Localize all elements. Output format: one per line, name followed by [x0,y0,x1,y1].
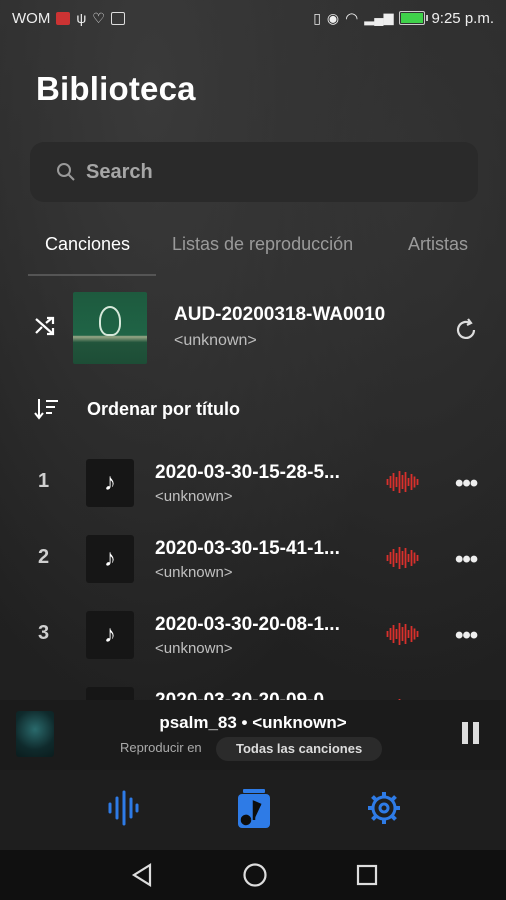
wifi-icon: ◠ [345,10,359,27]
equalizer-icon[interactable] [107,790,139,826]
track-artist: <unknown> [155,488,233,505]
track-title: 2020-03-30-15-28-5... [155,462,340,483]
repeat-icon[interactable] [452,316,480,344]
mini-player[interactable]: psalm_83 • <unknown> Reproducir en Todas… [0,700,506,770]
music-note-icon: ♪ [104,621,116,648]
usb-icon: ψ [76,10,87,26]
more-options-icon[interactable]: ••• [455,470,478,498]
playing-wave-icon [386,547,419,569]
tab-canciones[interactable]: Canciones [45,234,130,255]
track-number: 1 [38,470,50,492]
music-note-icon[interactable] [236,788,272,830]
battery-icon [399,11,429,25]
more-options-icon[interactable]: ••• [455,546,478,574]
search-input[interactable] [86,160,426,184]
mini-player-title: psalm_83 • <unknown> [159,713,347,732]
signal-icon: ▂▄▆ [364,10,394,25]
track-thumbnail: ♪ [86,535,134,583]
search-icon [57,163,75,181]
bottom-nav [0,770,506,850]
current-song-artist: <unknown> [174,332,257,349]
tab-playlists[interactable]: Listas de reproducción [172,234,353,255]
playing-from-chip[interactable]: Todas las canciones [216,737,383,761]
status-bar: WOM ψ ♡ ▯ ◉ ◠ ▂▄▆ 9:25 p.m. [0,0,506,36]
track-title: 2020-03-30-15-41-1... [155,538,340,559]
page-title: Biblioteca [36,70,196,107]
tab-artists[interactable]: Artistas [408,234,468,255]
track-artist: <unknown> [155,640,233,657]
track-number: 3 [38,622,50,644]
image-icon [110,11,125,25]
notification-icon [56,11,71,25]
vibrate-icon: ▯ [313,9,321,26]
sort-row[interactable]: Ordenar por título [0,394,506,426]
recents-icon[interactable] [355,862,379,888]
settings-icon[interactable] [366,790,402,826]
sort-label: Ordenar por título [87,399,240,419]
more-options-icon[interactable]: ••• [455,622,478,650]
eye-icon: ◉ [326,9,340,26]
track-thumbnail: ♪ [86,611,134,659]
library-tabs: Canciones Listas de reproducción Artista… [0,230,506,276]
search-bar[interactable] [30,142,478,202]
track-row[interactable]: 3 ♪ 2020-03-30-20-08-1... <unknown> ••• [0,602,506,668]
back-icon[interactable] [130,862,154,888]
playing-wave-icon [386,623,419,645]
system-navigation-bar [0,850,506,900]
track-title: 2020-03-30-20-08-1... [155,614,340,635]
current-song-title: AUD-20200318-WA0010 [174,304,386,325]
shuffle-icon[interactable] [33,314,57,338]
tab-indicator [28,274,156,276]
heart-icon: ♡ [92,9,105,26]
cover-logo-icon [99,306,121,336]
current-song-row[interactable]: AUD-20200318-WA0010 <unknown> [0,290,506,366]
track-row[interactable]: 1 ♪ 2020-03-30-15-28-5... <unknown> ••• [0,450,506,516]
home-icon[interactable] [242,862,268,888]
playing-from-label: Reproducir en [120,740,202,755]
track-thumbnail: ♪ [86,459,134,507]
pause-icon[interactable] [462,722,479,744]
track-row[interactable]: 2 ♪ 2020-03-30-15-41-1... <unknown> ••• [0,526,506,592]
music-note-icon: ♪ [104,469,116,496]
music-note-icon: ♪ [104,545,116,572]
playing-wave-icon [386,471,419,493]
track-number: 2 [38,546,50,568]
track-artist: <unknown> [155,564,233,581]
carrier-label: WOM [12,9,51,27]
clock: 9:25 p.m. [431,9,494,27]
sort-icon [34,399,58,420]
album-cover [73,292,147,364]
